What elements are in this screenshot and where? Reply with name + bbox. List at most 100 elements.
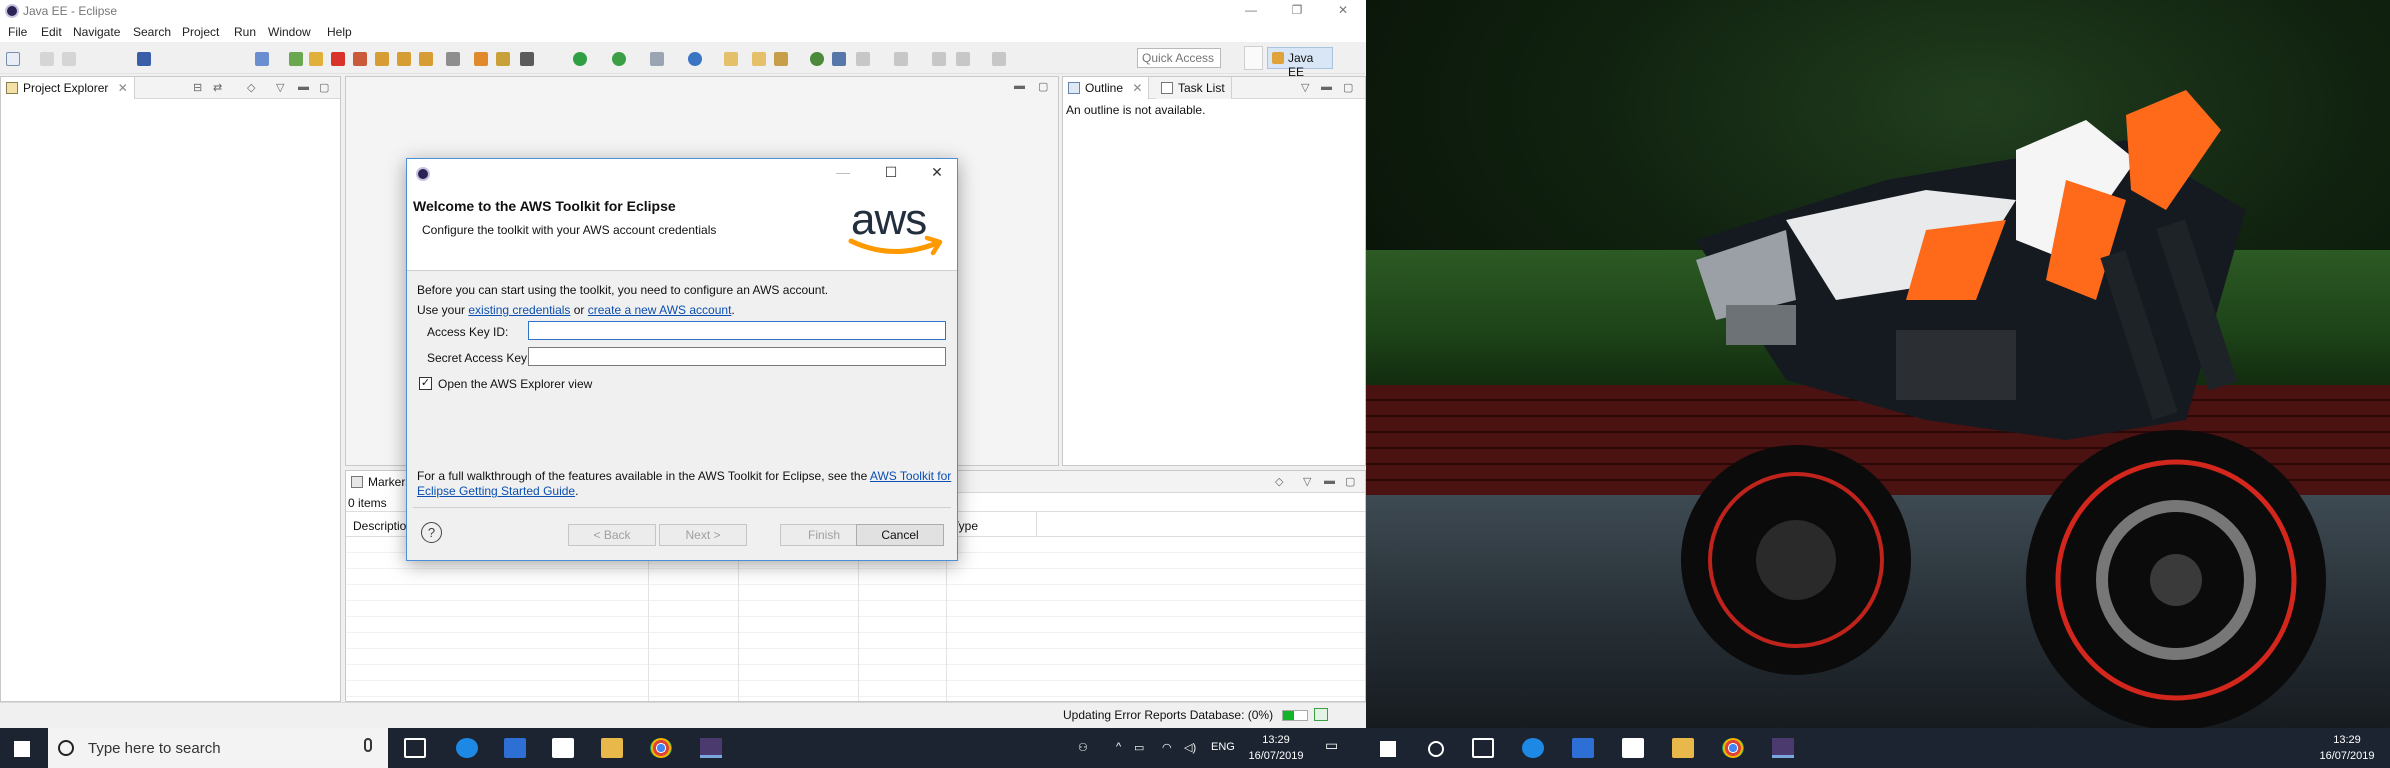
microphone-icon[interactable] xyxy=(364,738,372,752)
minimize-button[interactable]: — xyxy=(1228,0,1274,22)
close-button[interactable]: ✕ xyxy=(1320,0,1366,22)
forward-icon[interactable] xyxy=(992,52,1006,66)
run-server-icon[interactable] xyxy=(289,52,303,66)
coverage-icon[interactable] xyxy=(612,52,626,66)
mail-icon[interactable] xyxy=(552,738,574,758)
step-return-icon[interactable] xyxy=(419,52,433,66)
tab-task-list[interactable]: Task List xyxy=(1156,77,1232,99)
chrome-icon[interactable] xyxy=(650,738,672,758)
maximize-view-icon[interactable]: ▢ xyxy=(1343,81,1353,94)
store-icon[interactable] xyxy=(504,738,526,758)
globe-icon[interactable] xyxy=(810,52,824,66)
quick-access-input[interactable] xyxy=(1137,48,1221,68)
focus-icon[interactable]: ◇ xyxy=(1275,475,1283,488)
menu-window[interactable]: Window xyxy=(268,25,311,39)
annotation-icon[interactable] xyxy=(832,52,846,66)
menu-run[interactable]: Run xyxy=(234,25,256,39)
eclipse-taskbar-icon[interactable] xyxy=(1772,738,1794,758)
new-server-icon[interactable] xyxy=(474,52,488,66)
tab-project-explorer[interactable]: Project Explorer ✕ xyxy=(1,77,135,99)
open-folder-icon[interactable] xyxy=(752,52,766,66)
col-description[interactable]: Description xyxy=(353,519,413,533)
chrome-icon[interactable] xyxy=(1722,738,1744,758)
open-perspective-button[interactable] xyxy=(1244,46,1263,70)
cortana-icon[interactable] xyxy=(1428,741,1444,757)
last-edit-icon[interactable] xyxy=(932,52,946,66)
secret-key-input[interactable] xyxy=(528,347,946,366)
eclipse-taskbar-icon[interactable] xyxy=(700,738,722,758)
debug-icon[interactable] xyxy=(520,52,534,66)
help-button[interactable]: ? xyxy=(421,522,442,543)
dialog-minimize-button[interactable]: — xyxy=(831,164,855,180)
save-icon[interactable] xyxy=(40,52,54,66)
focus-icon[interactable]: ◇ xyxy=(247,81,255,94)
menu-project[interactable]: Project xyxy=(182,25,219,39)
run-icon[interactable] xyxy=(573,52,587,66)
pause-icon[interactable] xyxy=(309,52,323,66)
open-explorer-checkbox[interactable]: ✓ xyxy=(419,377,432,390)
minimize-view-icon[interactable]: ▬ xyxy=(1321,81,1332,93)
maximize-editor-icon[interactable]: ▢ xyxy=(1038,80,1048,93)
external-tools-icon[interactable] xyxy=(650,52,664,66)
aws-icon[interactable] xyxy=(496,52,510,66)
battery-icon[interactable]: ▭ xyxy=(1134,741,1144,754)
open-type-icon[interactable] xyxy=(724,52,738,66)
file-explorer-icon[interactable] xyxy=(1672,738,1694,758)
finish-button[interactable]: Finish xyxy=(780,524,868,546)
dialog-close-button[interactable]: ✕ xyxy=(925,164,949,181)
collapse-all-icon[interactable]: ⊟ xyxy=(193,81,202,94)
close-tab-icon[interactable]: ✕ xyxy=(118,81,128,95)
store-icon[interactable] xyxy=(1572,738,1594,758)
menu-help[interactable]: Help xyxy=(327,25,352,39)
view-menu-icon[interactable]: ▽ xyxy=(1301,81,1309,94)
clock[interactable]: 13:29 16/07/2019 xyxy=(2316,732,2378,764)
windows-start-icon[interactable] xyxy=(14,741,30,757)
view-menu-icon[interactable]: ▽ xyxy=(1303,475,1311,488)
show-hidden-icons[interactable]: ^ xyxy=(1116,741,1121,753)
search-tool-icon[interactable] xyxy=(774,52,788,66)
action-center-icon[interactable]: ▭ xyxy=(1325,737,1338,754)
taskbar-search[interactable]: Type here to search xyxy=(48,728,388,768)
back-button[interactable]: < Back xyxy=(568,524,656,546)
back-icon[interactable] xyxy=(956,52,970,66)
menu-edit[interactable]: Edit xyxy=(41,25,62,39)
progress-view-icon[interactable] xyxy=(1314,708,1328,721)
step-over-icon[interactable] xyxy=(397,52,411,66)
prev-annotation-icon[interactable] xyxy=(894,52,908,66)
close-tab-icon[interactable]: ✕ xyxy=(1132,81,1142,95)
new-icon[interactable] xyxy=(6,52,20,66)
edge-icon[interactable] xyxy=(1522,738,1544,758)
minimize-editor-icon[interactable]: ▬ xyxy=(1014,80,1025,92)
maximize-view-icon[interactable]: ▢ xyxy=(1345,475,1355,488)
network-icon[interactable]: ◠ xyxy=(1162,741,1172,754)
maximize-view-icon[interactable]: ▢ xyxy=(319,81,329,94)
access-key-input[interactable] xyxy=(528,321,946,340)
minimize-view-icon[interactable]: ▬ xyxy=(298,81,309,93)
menu-file[interactable]: File xyxy=(8,25,27,39)
terminal-icon[interactable] xyxy=(137,52,151,66)
view-menu-icon[interactable]: ▽ xyxy=(276,81,284,94)
menu-search[interactable]: Search xyxy=(133,25,171,39)
disconnect-icon[interactable] xyxy=(353,52,367,66)
file-explorer-icon[interactable] xyxy=(601,738,623,758)
save-all-icon[interactable] xyxy=(62,52,76,66)
task-view-icon[interactable] xyxy=(404,738,426,758)
link-editor-icon[interactable]: ⇄ xyxy=(213,81,222,94)
people-icon[interactable]: ⚇ xyxy=(1078,741,1088,754)
edge-icon[interactable] xyxy=(456,738,478,758)
clock[interactable]: 13:29 16/07/2019 xyxy=(1246,732,1306,764)
cursor-icon[interactable] xyxy=(255,52,269,66)
cancel-button[interactable]: Cancel xyxy=(856,524,944,546)
open-explorer-label[interactable]: Open the AWS Explorer view xyxy=(438,377,592,391)
create-account-link[interactable]: create a new AWS account xyxy=(588,303,732,317)
perspective-java-ee[interactable]: Java EE xyxy=(1267,47,1333,79)
menu-navigate[interactable]: Navigate xyxy=(73,25,120,39)
input-language[interactable]: ENG xyxy=(1211,741,1235,753)
next-annotation-icon[interactable] xyxy=(856,52,870,66)
use-step-filters-icon[interactable] xyxy=(446,52,460,66)
windows-start-icon[interactable] xyxy=(1380,741,1396,757)
tab-outline[interactable]: Outline ✕ xyxy=(1063,77,1150,99)
step-into-icon[interactable] xyxy=(375,52,389,66)
existing-credentials-link[interactable]: existing credentials xyxy=(468,303,570,317)
restore-button[interactable]: ❐ xyxy=(1274,0,1320,22)
